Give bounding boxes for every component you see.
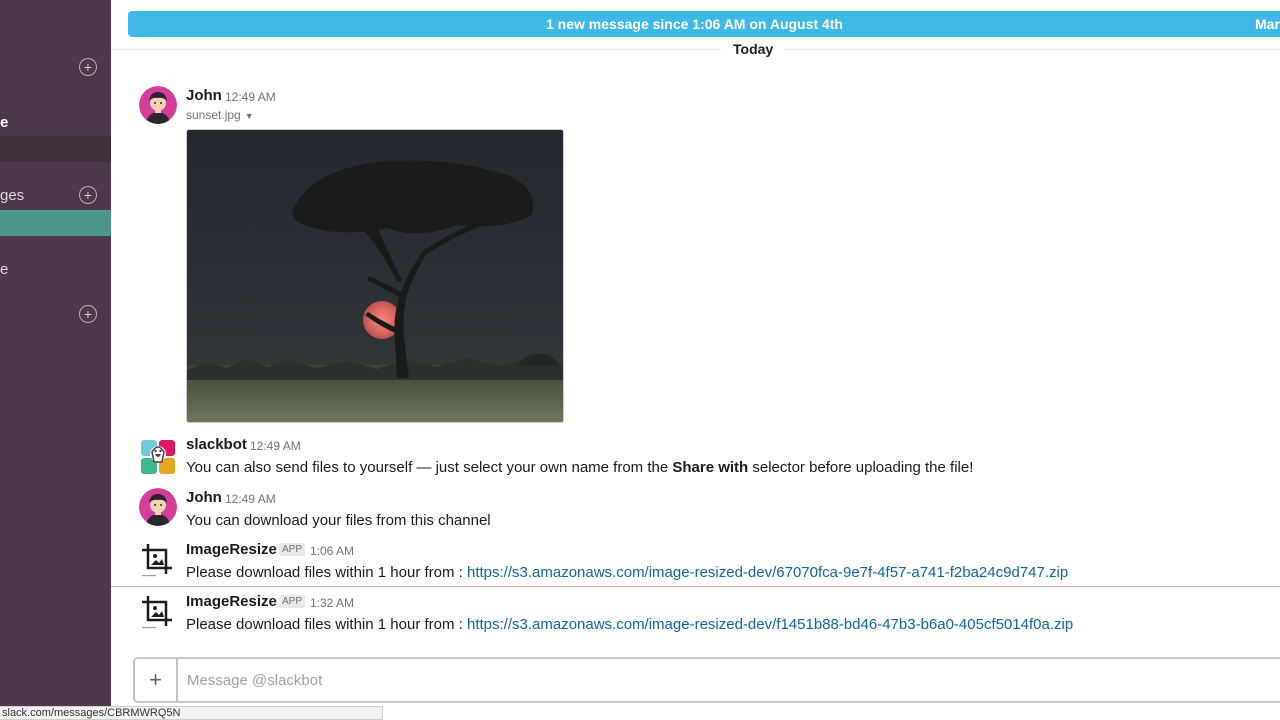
avatar-john[interactable]: [139, 86, 177, 124]
app-badge: APP: [279, 595, 306, 608]
message-text-bold: Share with: [672, 459, 749, 476]
sunset-image[interactable]: [186, 129, 564, 423]
message-author[interactable]: John: [186, 87, 222, 104]
message-timestamp[interactable]: 12:49 AM: [225, 492, 276, 506]
message-text-part: Please download files within 1 hour from…: [186, 616, 467, 633]
day-divider-line: [111, 49, 1280, 50]
add-app-icon[interactable]: +: [79, 305, 97, 323]
message-text: Please download files within 1 hour from…: [186, 616, 1073, 633]
image-resize-icon[interactable]: [139, 541, 177, 579]
message-timestamp[interactable]: 1:06 AM: [310, 544, 354, 558]
message-author[interactable]: John: [186, 489, 222, 506]
message-author[interactable]: ImageResize: [186, 593, 277, 610]
avatar-john[interactable]: [139, 488, 177, 526]
day-divider-label: Today: [721, 41, 786, 57]
mark-as-read-link[interactable]: Mar: [1255, 11, 1280, 37]
message-text: You can download your files from this ch…: [186, 512, 491, 529]
download-link[interactable]: https://s3.amazonaws.com/image-resized-d…: [467, 616, 1073, 633]
sidebar-label-1[interactable]: e: [0, 114, 8, 131]
message-author[interactable]: ImageResize: [186, 541, 277, 558]
message-timestamp[interactable]: 12:49 AM: [250, 439, 301, 453]
sidebar-highlight-row[interactable]: [0, 136, 111, 162]
file-name[interactable]: sunset.jpg ▼: [186, 108, 254, 122]
banner-text: 1 new message since 1:06 AM on August 4t…: [546, 16, 843, 32]
caret-down-icon[interactable]: ▼: [245, 111, 254, 121]
add-direct-message-icon[interactable]: +: [79, 186, 97, 204]
new-messages-banner[interactable]: 1 new message since 1:06 AM on August 4t…: [128, 11, 1280, 37]
slack-app: + e + ges e + 1 new message since 1:06 A…: [0, 0, 1280, 720]
avatar-slackbot[interactable]: [139, 438, 177, 476]
message-timestamp[interactable]: 1:32 AM: [310, 596, 354, 610]
message-text-part: selector before uploading the file!: [748, 459, 974, 476]
file-name-text: sunset.jpg: [186, 108, 241, 122]
message-text-part: Please download files within 1 hour from…: [186, 564, 467, 581]
download-link[interactable]: https://s3.amazonaws.com/image-resized-d…: [467, 564, 1068, 581]
message-pane: 1 new message since 1:06 AM on August 4t…: [111, 0, 1280, 720]
image-resize-icon[interactable]: [139, 593, 177, 631]
sidebar-item-active[interactable]: [0, 210, 111, 236]
message-timestamp[interactable]: 12:49 AM: [225, 90, 276, 104]
app-badge: APP: [279, 543, 306, 556]
sidebar-label-3[interactable]: e: [0, 261, 8, 278]
message-author[interactable]: slackbot: [186, 436, 247, 453]
sidebar-label-2[interactable]: ges: [0, 187, 24, 204]
sidebar: + e + ges e +: [0, 0, 111, 720]
message-composer: +: [133, 657, 1280, 703]
add-channel-icon[interactable]: +: [79, 58, 97, 76]
message-text-part: You can also send files to yourself — ju…: [186, 459, 673, 476]
new-messages-line: [111, 586, 1280, 587]
status-bar-url: slack.com/messages/CBRMWRQ5N: [0, 706, 383, 720]
message-text: Please download files within 1 hour from…: [186, 564, 1068, 581]
attach-plus-button[interactable]: +: [135, 659, 178, 701]
message-text: You can also send files to yourself — ju…: [186, 459, 973, 476]
message-input[interactable]: [187, 669, 1187, 691]
